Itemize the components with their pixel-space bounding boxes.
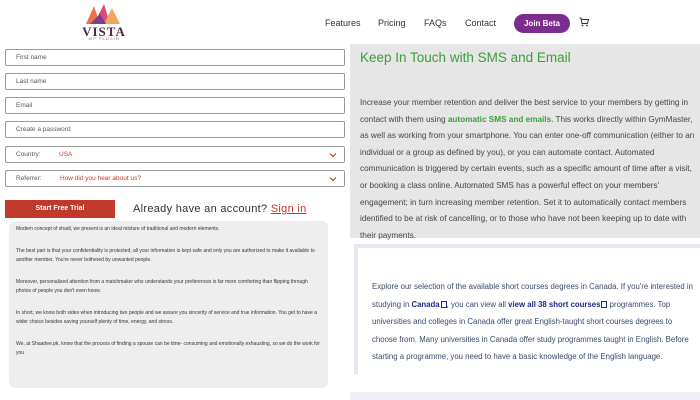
article-card: Modern concept of shadi, we present is a…: [9, 221, 328, 388]
account-prompt-text: Already have an account?: [133, 203, 268, 215]
sign-in-link[interactable]: Sign in: [271, 203, 307, 215]
sms-section-body: Increase your member retention and deliv…: [360, 95, 696, 244]
site-header: VISTA WP PLUGIN Features Pricing FAQs Co…: [0, 0, 700, 44]
start-free-trial-button[interactable]: Start Free Trial: [5, 200, 115, 218]
chevron-down-icon: [329, 177, 337, 182]
chevron-down-icon: [329, 153, 337, 158]
view-all-courses-link[interactable]: view all 38 short courses: [508, 299, 608, 309]
country-select[interactable]: Country: USA: [5, 146, 345, 163]
first-name-placeholder: First name: [16, 54, 47, 61]
referrer-label: Referrer:: [16, 175, 42, 182]
article-paragraph: We, at Shaadee.pk, know that the process…: [16, 341, 320, 356]
country-label: Country:: [16, 151, 41, 158]
nav-faqs[interactable]: FAQs: [424, 18, 447, 28]
last-name-field[interactable]: Last name: [5, 73, 345, 90]
sms-body-text: This works directly within GymMaster, as…: [360, 114, 695, 240]
canada-link[interactable]: Canada: [411, 299, 447, 309]
article-paragraph: Moreover, personalized attention from a …: [16, 279, 308, 294]
article-paragraph: The best part is that your confidentiali…: [16, 248, 315, 263]
vista-logo[interactable]: VISTA WP PLUGIN: [80, 4, 128, 42]
page-bottom-strip: [350, 392, 700, 400]
article-paragraph: In short, we know both sides when introd…: [16, 310, 318, 325]
cart-icon[interactable]: [579, 17, 589, 27]
screenshot-collage: VISTA WP PLUGIN Features Pricing FAQs Co…: [0, 0, 700, 400]
nav-features[interactable]: Features: [325, 18, 361, 28]
article-paragraph: Modern concept of shadi, we present is a…: [16, 226, 220, 232]
referrer-select[interactable]: Referrer: How did you hear about us?: [5, 170, 345, 187]
email-field[interactable]: Email: [5, 97, 345, 114]
logo-subtext: WP PLUGIN: [88, 36, 120, 41]
sms-email-section: Keep In Touch with SMS and Email Increas…: [350, 44, 700, 240]
referrer-value: How did you hear about us?: [60, 175, 141, 182]
canada-text-part: , you can view all: [446, 299, 509, 309]
country-value: USA: [59, 151, 73, 158]
canada-courses-text: Explore our selection of the available s…: [372, 278, 698, 366]
nav-pricing[interactable]: Pricing: [378, 18, 406, 28]
canada-link-label: Canada: [411, 299, 440, 309]
sms-section-title: Keep In Touch with SMS and Email: [360, 50, 571, 65]
last-name-placeholder: Last name: [16, 78, 47, 85]
canada-courses-card: Explore our selection of the available s…: [354, 244, 700, 374]
join-beta-button[interactable]: Join Beta: [514, 14, 570, 33]
view-all-link-label: view all 38 short courses: [508, 299, 601, 309]
first-name-field[interactable]: First name: [5, 49, 345, 66]
account-prompt: Already have an account? Sign in: [133, 203, 307, 215]
password-placeholder: Create a password: [16, 126, 71, 133]
nav-contact[interactable]: Contact: [465, 18, 496, 28]
password-field[interactable]: Create a password: [5, 121, 345, 138]
automatic-sms-link[interactable]: automatic SMS and emails.: [448, 115, 554, 124]
email-placeholder: Email: [16, 102, 33, 109]
